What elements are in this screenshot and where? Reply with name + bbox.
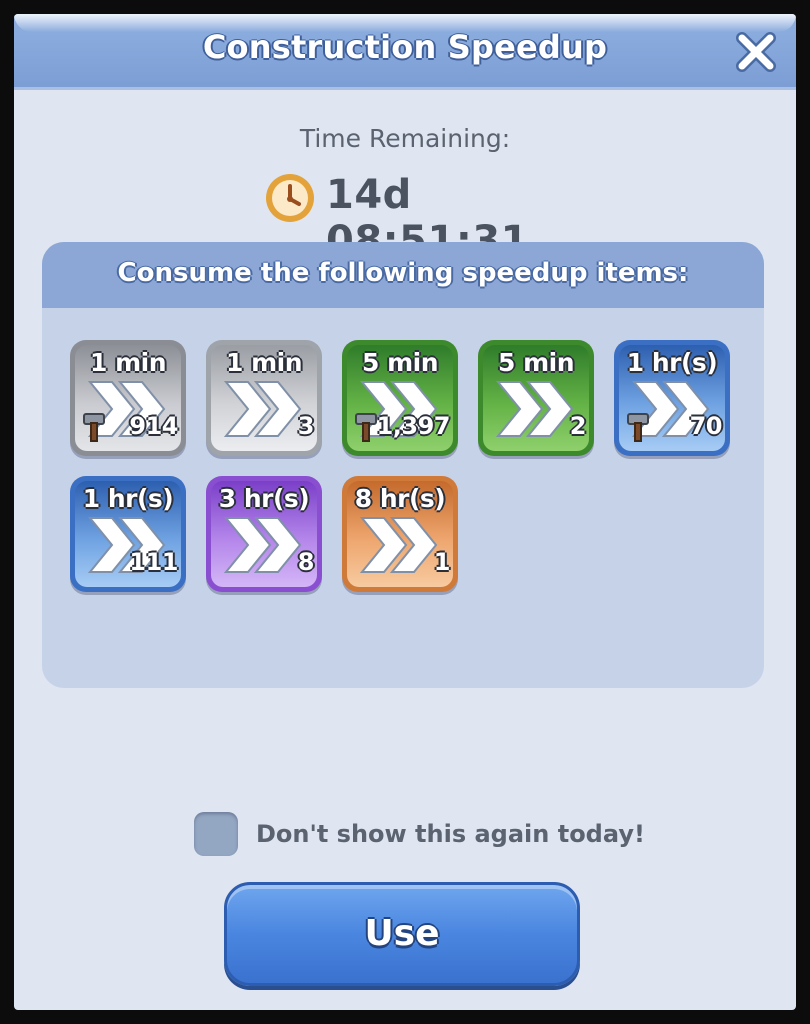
speedup-item[interactable]: 1 hr(s) 70	[614, 340, 730, 456]
item-count: 1	[433, 548, 451, 576]
item-count: 2	[569, 412, 587, 440]
item-count: 914	[129, 412, 178, 440]
clock-icon	[266, 174, 314, 222]
item-count: 8	[297, 548, 315, 576]
construction-speedup-dialog: Construction Speedup Time Remaining: 14d…	[14, 14, 796, 1010]
hammer-icon	[627, 413, 649, 442]
item-duration: 1 min	[225, 348, 303, 377]
item-count: 1,397	[376, 412, 451, 440]
speedup-chevron-icon	[223, 517, 302, 573]
speedup-item[interactable]: 3 hr(s) 8	[206, 476, 322, 592]
dialog-title: Construction Speedup	[202, 28, 608, 66]
time-remaining-row: 14d 08:51:31	[264, 170, 604, 264]
speedup-item[interactable]: 1 min 914	[70, 340, 186, 456]
speedup-chevron-icon	[223, 381, 302, 437]
speedup-chevron-icon	[359, 517, 438, 573]
panel-title: Consume the following speedup items:	[117, 258, 689, 288]
panel-header: Consume the following speedup items:	[42, 242, 764, 308]
use-button[interactable]: Use	[224, 882, 580, 986]
speedup-item[interactable]: 1 min 3	[206, 340, 322, 456]
speedup-chevron-icon	[495, 381, 574, 437]
item-duration: 8 hr(s)	[354, 484, 446, 513]
item-duration: 1 min	[89, 348, 167, 377]
speedup-items-panel: Consume the following speedup items: 1 m…	[42, 242, 764, 688]
speedup-item[interactable]: 1 hr(s) 111	[70, 476, 186, 592]
use-button-label: Use	[364, 913, 440, 954]
item-duration: 1 hr(s)	[626, 348, 718, 377]
speedup-item[interactable]: 8 hr(s) 1	[342, 476, 458, 592]
item-count: 111	[129, 548, 178, 576]
item-count: 70	[689, 412, 723, 440]
item-duration: 3 hr(s)	[218, 484, 310, 513]
item-duration: 5 min	[497, 348, 575, 377]
speedup-item[interactable]: 5 min 2	[478, 340, 594, 456]
time-remaining-label: Time Remaining:	[299, 124, 511, 153]
item-duration: 1 hr(s)	[82, 484, 174, 513]
close-icon[interactable]	[732, 28, 780, 76]
hammer-icon	[83, 413, 105, 442]
dont-show-again-label: Don't show this again today!	[256, 820, 645, 848]
dialog-header: Construction Speedup	[14, 14, 796, 90]
speedup-item[interactable]: 5 min 1,397	[342, 340, 458, 456]
item-count: 3	[297, 412, 315, 440]
dont-show-again-checkbox[interactable]	[194, 812, 238, 856]
item-duration: 5 min	[361, 348, 439, 377]
